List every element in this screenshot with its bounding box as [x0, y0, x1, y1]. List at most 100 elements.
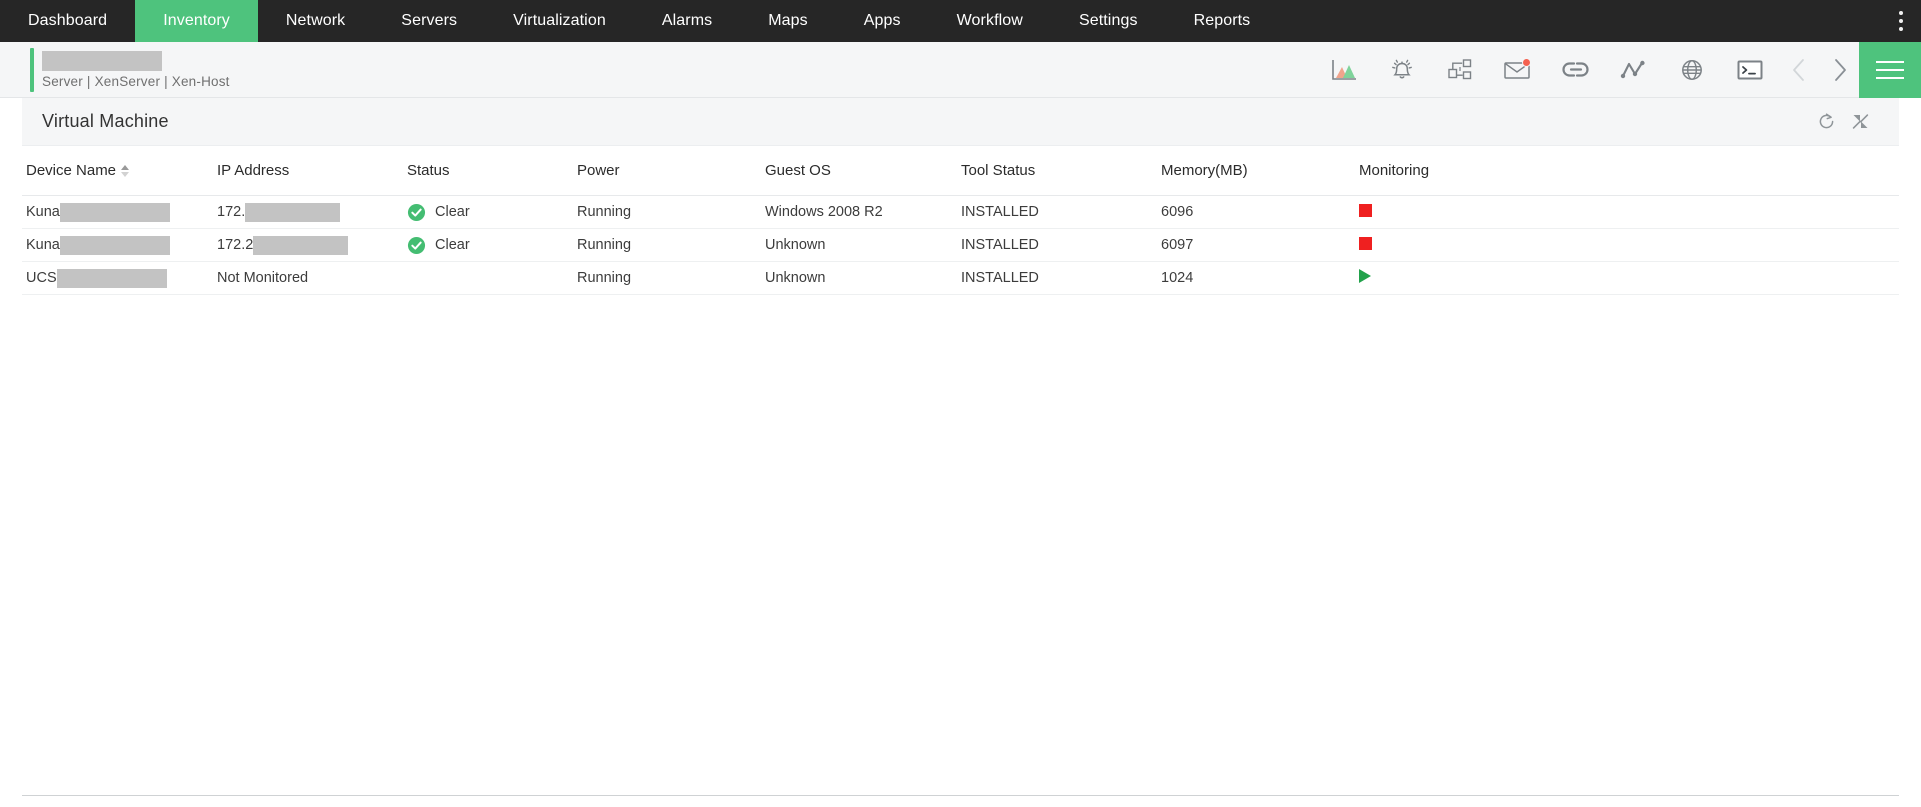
nav-item-settings[interactable]: Settings: [1051, 0, 1166, 42]
ip-address-text: 172.2: [217, 237, 254, 253]
nav-label: Dashboard: [28, 12, 108, 29]
next-button[interactable]: [1819, 42, 1859, 98]
cell-tool-status: INSTALLED: [961, 228, 1161, 262]
terminal-glyph: [1737, 60, 1763, 79]
table-header: Device Name IP Address Status Power Gues…: [22, 146, 1899, 196]
cell-memory: 6097: [1161, 228, 1359, 262]
virtual-machine-panel: Virtual Machine Device Name IP Address S…: [22, 98, 1899, 295]
ip-address-text: 172.: [217, 204, 246, 220]
memory-text: 6097: [1161, 237, 1194, 253]
collapse-button[interactable]: [1843, 105, 1877, 139]
column-header-status[interactable]: Status: [407, 146, 577, 196]
cell-power: Running: [577, 228, 765, 262]
previous-button[interactable]: [1779, 42, 1819, 98]
column-header-power[interactable]: Power: [577, 146, 765, 196]
column-header-ip-address[interactable]: IP Address: [217, 146, 407, 196]
device-subheader: Server | XenServer | Xen-Host: [0, 41, 1921, 98]
nav-item-workflow[interactable]: Workflow: [929, 0, 1051, 42]
breadcrumb-path: Server | XenServer | Xen-Host: [42, 73, 230, 89]
cell-power: Running: [577, 195, 765, 229]
play-triangle-icon[interactable]: [1359, 269, 1371, 283]
terminal-icon[interactable]: [1721, 42, 1779, 98]
hamburger-line: [1876, 60, 1904, 63]
nav-item-dashboard[interactable]: Dashboard: [0, 0, 135, 42]
cell-memory: 6096: [1161, 195, 1359, 229]
column-header-device-name[interactable]: Device Name: [22, 146, 217, 196]
page-title: Virtual Machine: [42, 111, 169, 131]
cell-device-name[interactable]: Kuna: [22, 228, 217, 262]
cell-ip-address: 172.2: [217, 228, 407, 262]
hamburger-line: [1876, 76, 1904, 79]
alert-bell-icon[interactable]: [1373, 42, 1431, 98]
nav-item-apps[interactable]: Apps: [836, 0, 929, 42]
performance-chart-icon[interactable]: [1315, 42, 1373, 98]
ip-address-redacted: [253, 235, 349, 255]
column-label: Monitoring: [1359, 162, 1430, 179]
page: Dashboard Inventory Network Servers Virt…: [0, 0, 1921, 807]
nav-label: Inventory: [163, 12, 230, 29]
column-header-tool-status[interactable]: Tool Status: [961, 146, 1161, 196]
nav-item-alarms[interactable]: Alarms: [634, 0, 740, 42]
column-label: Memory(MB): [1161, 162, 1248, 179]
chevron-left-icon: [1792, 58, 1804, 81]
stop-square-icon[interactable]: [1359, 236, 1372, 250]
globe-glyph: [1682, 59, 1702, 80]
column-header-monitoring[interactable]: Monitoring: [1359, 146, 1899, 196]
device-title-redacted: [42, 50, 162, 71]
topology-line-icon[interactable]: [1605, 42, 1663, 98]
panel-header: Virtual Machine: [22, 98, 1899, 146]
nav-item-virtualization[interactable]: Virtualization: [485, 0, 634, 42]
table-row[interactable]: Kuna 172. Clear Running Windows 2008 R2 …: [22, 195, 1899, 229]
power-text: Running: [577, 270, 632, 286]
column-label: Guest OS: [765, 162, 831, 179]
cell-guest-os: Windows 2008 R2: [765, 195, 961, 229]
device-name-text: UCS: [26, 270, 57, 286]
cell-memory: 1024: [1161, 261, 1359, 295]
device-name-text: Kuna: [26, 204, 60, 220]
cell-monitoring[interactable]: [1359, 228, 1899, 262]
table-row[interactable]: UCS Not Monitored Running Unknown INSTAL…: [22, 261, 1899, 295]
mail-icon[interactable]: [1489, 42, 1547, 98]
cell-device-name[interactable]: Kuna: [22, 195, 217, 229]
device-name-redacted: [59, 202, 170, 222]
chevron-right-icon: [1834, 58, 1846, 81]
nav-item-reports[interactable]: Reports: [1166, 0, 1279, 42]
column-header-memory[interactable]: Memory(MB): [1161, 146, 1359, 196]
workflow-diagram-icon[interactable]: [1431, 42, 1489, 98]
cell-status: [407, 261, 577, 295]
table-header-row: Device Name IP Address Status Power Gues…: [22, 146, 1899, 196]
nav-item-inventory[interactable]: Inventory: [135, 0, 258, 42]
kebab-menu-icon[interactable]: [1881, 0, 1921, 42]
refresh-button[interactable]: [1809, 105, 1843, 139]
collapse-arrows-icon: [1852, 114, 1868, 129]
tool-status-text: INSTALLED: [961, 237, 1039, 253]
table-row[interactable]: Kuna 172.2 Clear Running Unknown INSTALL…: [22, 228, 1899, 262]
nav-item-network[interactable]: Network: [258, 0, 373, 42]
cell-monitoring[interactable]: [1359, 261, 1899, 295]
status-text: Clear: [435, 237, 470, 253]
device-name-redacted: [56, 268, 167, 288]
ip-address-text: Not Monitored: [217, 270, 309, 286]
nav-item-maps[interactable]: Maps: [740, 0, 836, 42]
cell-device-name[interactable]: UCS: [22, 261, 217, 295]
menu-button[interactable]: [1859, 41, 1921, 98]
nav-label: Maps: [768, 12, 808, 29]
nav-item-servers[interactable]: Servers: [373, 0, 485, 42]
nav-label: Settings: [1078, 12, 1138, 29]
alert-bell-glyph: [1392, 59, 1412, 78]
status-text: Clear: [435, 204, 470, 220]
device-name-redacted: [59, 235, 170, 255]
tool-status-text: INSTALLED: [961, 270, 1039, 286]
mail-notification-badge: [1522, 57, 1531, 67]
hamburger-line: [1876, 68, 1904, 71]
cell-status: Clear: [407, 195, 577, 229]
stop-square-icon[interactable]: [1359, 203, 1372, 217]
device-name-text: Kuna: [26, 237, 60, 253]
column-header-guest-os[interactable]: Guest OS: [765, 146, 961, 196]
link-chain-icon[interactable]: [1547, 42, 1605, 98]
device-toolbar: [1315, 41, 1921, 98]
globe-icon[interactable]: [1663, 42, 1721, 98]
cell-monitoring[interactable]: [1359, 195, 1899, 229]
guest-os-text: Unknown: [765, 237, 826, 253]
